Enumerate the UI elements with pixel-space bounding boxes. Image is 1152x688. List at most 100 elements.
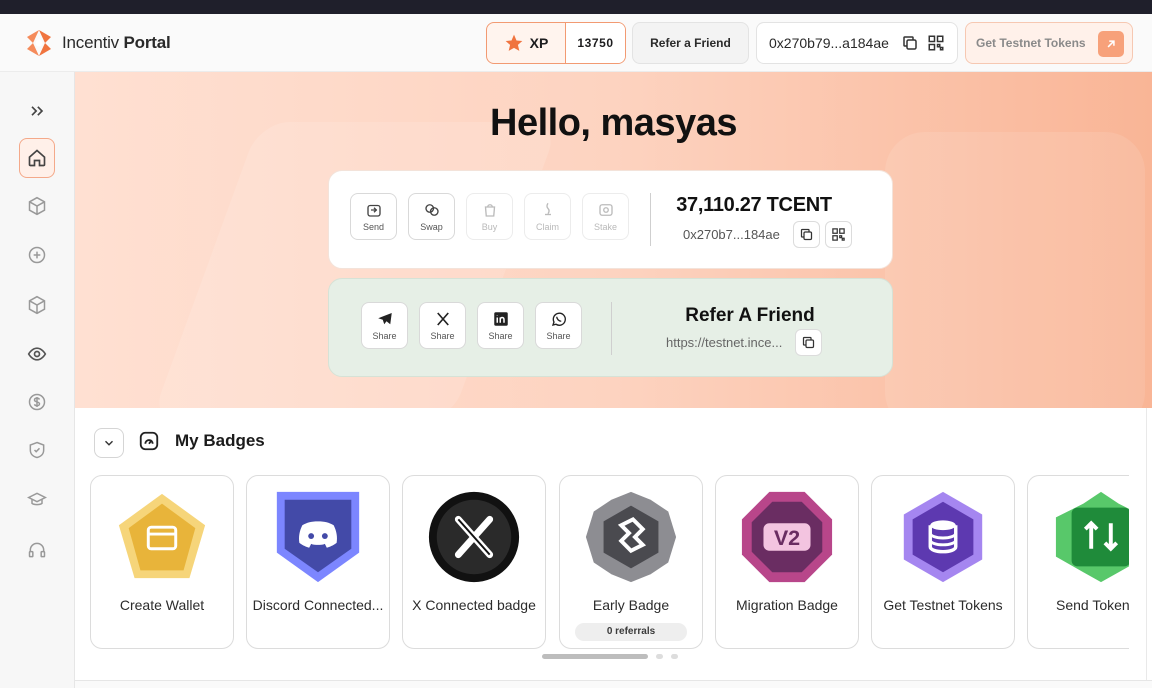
incentiv-logo-icon — [27, 30, 51, 56]
sidebar-item-add[interactable] — [19, 235, 55, 275]
share-label: Share — [372, 331, 397, 341]
badge-card-x-connected[interactable]: X Connected badge — [402, 475, 546, 649]
star-icon — [505, 34, 522, 51]
wallet-address-button[interactable]: 0x270b79...a184ae — [756, 22, 958, 64]
wallet-address: 0x270b7...184ae — [683, 227, 780, 242]
swap-label: Swap — [420, 222, 443, 232]
share-linkedin-button[interactable]: Share — [477, 302, 524, 349]
badge-card-migration[interactable]: V2 Migration Badge — [715, 475, 859, 649]
browser-top-strip — [0, 0, 1152, 14]
xp-widget[interactable]: XP 13750 — [486, 22, 626, 64]
dollar-icon — [28, 393, 46, 411]
qr-code-button[interactable] — [824, 221, 852, 248]
refer-friend-button[interactable]: Refer a Friend — [632, 22, 749, 64]
greeting-title: Hello, masyas — [490, 102, 737, 144]
qr-code-icon[interactable] — [927, 34, 945, 52]
badge-name: Create Wallet — [119, 597, 205, 613]
scroll-indicator-dot — [656, 654, 663, 659]
collapse-badges-button[interactable] — [94, 428, 124, 458]
share-x-button[interactable]: Share — [419, 302, 466, 349]
sidebar-item-security[interactable] — [19, 430, 55, 470]
refer-title: Refer A Friend — [685, 305, 815, 326]
box-icon — [28, 295, 46, 315]
share-label: Share — [488, 331, 513, 341]
badges-section: My Badges Create Wallet Discord Connecte… — [75, 408, 1147, 680]
badge-card-testnet[interactable]: Get Testnet Tokens — [871, 475, 1015, 649]
send-button[interactable]: Send — [350, 193, 397, 240]
referral-count-pill: 0 referrals — [575, 623, 687, 641]
early-badge-icon — [585, 491, 677, 583]
x-badge-icon — [428, 491, 520, 583]
badge-card-early[interactable]: Early Badge 0 referrals — [559, 475, 703, 649]
shopping-bag-icon — [484, 204, 495, 217]
gauge-icon — [139, 431, 159, 451]
top-header: Incentiv Portal XP 13750 Refer a Friend … — [0, 14, 1152, 72]
hero-decor-shape — [885, 132, 1145, 408]
shield-icon — [29, 441, 45, 459]
whatsapp-icon — [551, 312, 566, 326]
logo-word-portal: Portal — [123, 33, 171, 52]
telegram-icon — [377, 313, 392, 325]
share-whatsapp-button[interactable]: Share — [535, 302, 582, 349]
qr-code-icon — [832, 228, 845, 241]
migration-badge-icon: V2 — [741, 491, 833, 583]
send-token-badge-icon — [1055, 491, 1129, 583]
copy-icon[interactable] — [901, 34, 919, 52]
sidebar-item-cube[interactable] — [19, 186, 55, 226]
share-label: Share — [430, 331, 455, 341]
chevron-down-icon — [105, 440, 113, 446]
badge-card-discord[interactable]: Discord Connected... — [246, 475, 390, 649]
claim-icon — [544, 202, 551, 216]
badge-name: Discord Connected... — [252, 597, 384, 613]
copy-referral-button[interactable] — [795, 329, 823, 356]
copy-icon — [800, 228, 812, 241]
swap-icon — [424, 204, 439, 216]
bottom-divider — [75, 680, 1152, 688]
badge-name: Early Badge — [592, 597, 670, 613]
scroll-indicator-dot — [671, 654, 678, 659]
buy-button[interactable]: Buy — [466, 193, 513, 240]
cube-icon — [28, 196, 46, 216]
sidebar — [0, 72, 75, 688]
discord-badge-icon — [276, 491, 360, 583]
badge-card-create-wallet[interactable]: Create Wallet — [90, 475, 234, 649]
sidebar-item-explore[interactable] — [19, 334, 55, 374]
badge-name: X Connected badge — [412, 597, 536, 613]
sidebar-expand-button[interactable] — [19, 91, 55, 131]
sidebar-item-box[interactable] — [19, 285, 55, 325]
x-icon — [436, 312, 449, 326]
xp-label: XP — [529, 35, 549, 51]
headset-icon — [28, 542, 46, 558]
linkedin-icon — [493, 312, 508, 326]
share-telegram-button[interactable]: Share — [361, 302, 408, 349]
claim-button[interactable]: Claim — [524, 193, 571, 240]
logo[interactable]: Incentiv Portal — [24, 28, 171, 58]
copy-icon — [803, 336, 815, 349]
wallet-card: Send Swap Buy Claim Stake 37,110.27 TCEN… — [328, 170, 893, 269]
get-testnet-tokens-button[interactable]: Get Testnet Tokens — [965, 22, 1133, 64]
swap-button[interactable]: Swap — [408, 193, 455, 240]
sidebar-item-learn[interactable] — [19, 480, 55, 520]
send-label: Send — [362, 222, 385, 232]
badge-name: Send Token — [1056, 597, 1129, 613]
arrow-up-right-icon — [1098, 31, 1124, 57]
hero-section: Hello, masyas Send Swap Buy Claim Stake … — [75, 72, 1152, 408]
stake-label: Stake — [593, 222, 617, 232]
sidebar-item-earn[interactable] — [19, 382, 55, 422]
sidebar-item-support[interactable] — [19, 530, 55, 570]
share-label: Share — [546, 331, 571, 341]
stake-button[interactable]: Stake — [582, 193, 629, 240]
buy-label: Buy — [481, 222, 498, 232]
divider — [650, 193, 651, 246]
copy-address-button[interactable] — [792, 221, 820, 248]
sidebar-item-home[interactable] — [19, 138, 55, 178]
svg-text:V2: V2 — [774, 525, 800, 550]
badges-scrollbar[interactable] — [542, 654, 648, 659]
wallet-badge-icon — [118, 493, 206, 579]
wallet-address-text: 0x270b79...a184ae — [769, 35, 889, 51]
claim-label: Claim — [535, 222, 559, 232]
graduation-cap-icon — [27, 492, 47, 506]
badge-card-send-token[interactable]: Send Token — [1027, 475, 1129, 649]
badge-name: Migration Badge — [736, 597, 838, 613]
xp-value: 13750 — [566, 23, 625, 63]
